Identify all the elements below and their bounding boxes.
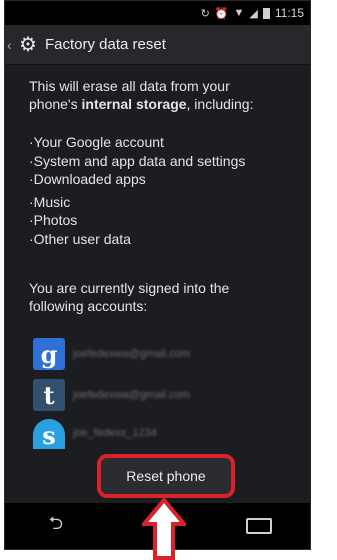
list-item: ·Music [29,193,71,210]
wifi-icon: ▼ [233,7,245,19]
reset-phone-label: Reset phone [126,468,206,484]
back-caret-icon[interactable]: ‹ [7,37,17,53]
intro-line-2-bold: internal storage [81,96,187,112]
erase-list: ·Your Google account ·System and app dat… [29,133,301,248]
action-bar: ‹ ⚙ Factory data reset [5,25,310,65]
signed-in-text: You are currently signed into the follow… [29,279,301,315]
intro-line-2-prefix: phone's [29,96,82,112]
status-bar: ↻ ⏰ ▼ ◢ 11:15 [5,1,310,25]
google-icon: g [33,338,65,370]
signed-in-line-2: following accounts: [29,298,148,314]
list-item: ·Other user data [29,230,131,247]
reset-phone-button[interactable]: Reset phone [97,454,235,498]
status-time: 11:15 [274,6,304,20]
tumblr-icon: t [33,379,65,411]
account-email: joefedexwa@gmail.com [73,389,190,401]
settings-gear-icon[interactable]: ⚙ [17,32,39,57]
battery-icon [262,7,270,19]
account-skype: s joe_fedexx_1234 [33,419,293,449]
account-email: joe_fedexx_1234 [73,427,157,439]
list-item: ·Your Google account [29,134,164,150]
description: This will erase all data from your phone… [29,77,301,248]
account-email: joefedexwa@gmail.com [73,348,190,360]
highlight-arrow-icon [142,498,186,560]
list-item: ·System and app data and settings [29,152,246,169]
list-item: ·Photos [29,212,78,228]
intro-line-2-suffix: , including: [186,96,254,112]
sync-icon: ↻ [200,7,210,20]
list-item: ·Downloaded apps [29,171,146,187]
account-tumblr: t joefedexwa@gmail.com [33,378,293,412]
nav-recents-icon[interactable] [239,518,279,534]
intro-text: This will erase all data from your phone… [29,77,301,113]
signed-in-line-1: You are currently signed into the [29,280,230,296]
intro-line-1: This will erase all data from your [29,78,230,94]
page-title: Factory data reset [45,36,166,53]
skype-icon: s [33,419,65,449]
phone-screen: ↻ ⏰ ▼ ◢ 11:15 ‹ ⚙ Factory data reset Thi… [4,0,311,550]
signal-icon: ◢ [249,7,258,20]
intro-line-2: phone's internal storage, including: [29,95,301,113]
account-google: g joefedexwa@gmail.com [33,337,293,371]
nav-back-icon[interactable]: ⮌ [36,511,76,541]
alarm-icon: ⏰ [214,7,229,20]
